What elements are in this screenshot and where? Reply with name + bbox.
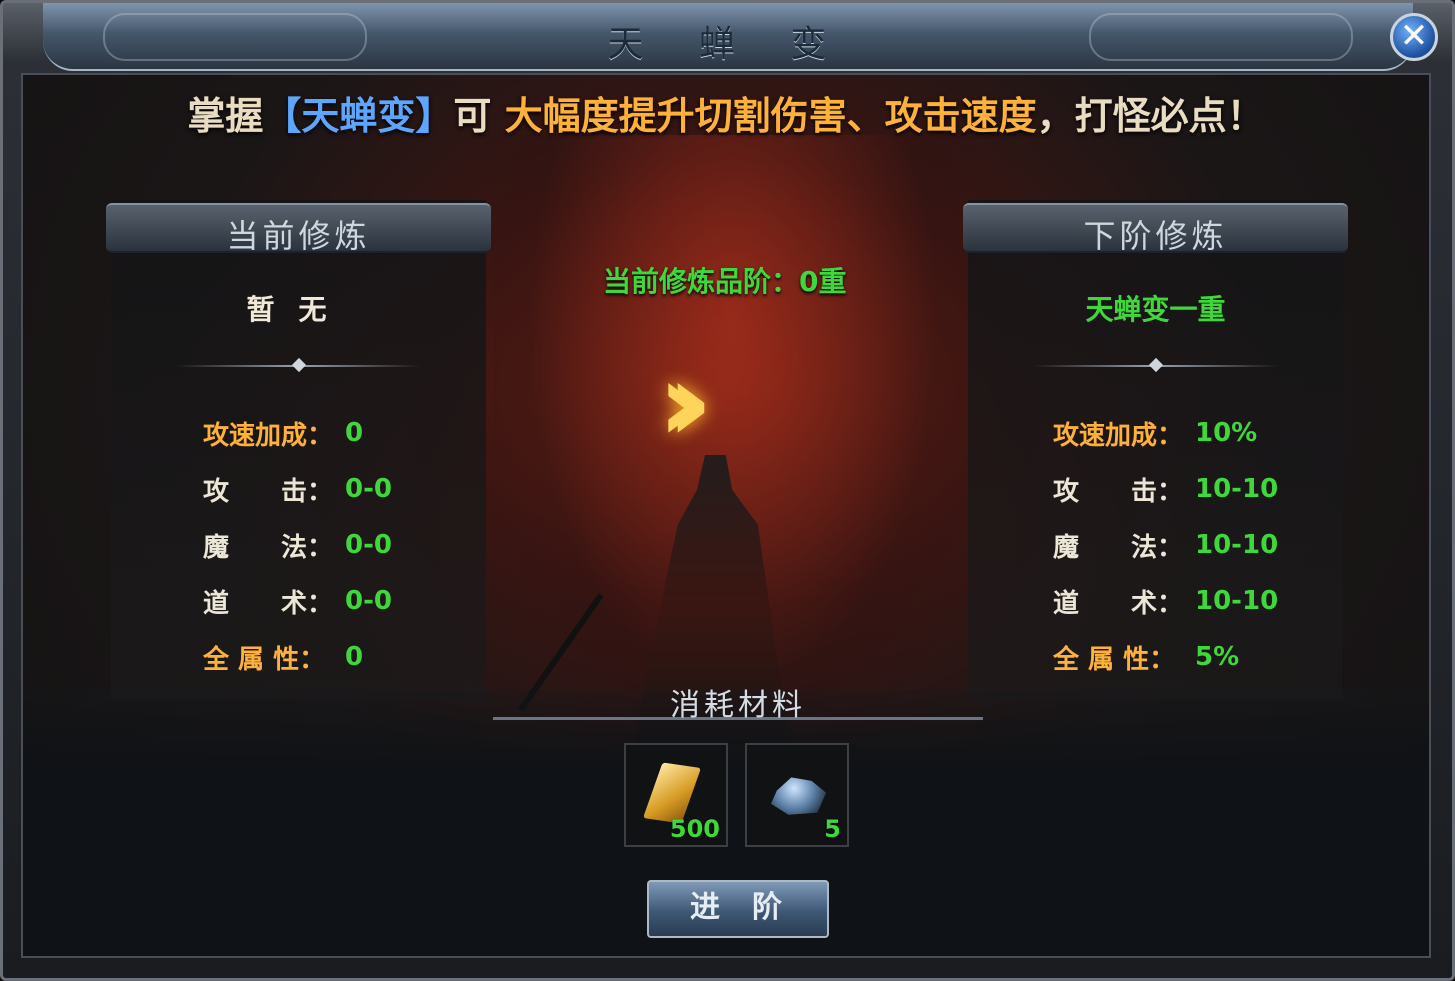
divider [176, 365, 421, 367]
promo-banner: 掌握【天蝉变】可 大幅度提升切割伤害、攻击速度，打怪必点！ [23, 85, 1429, 140]
stat-value: 0-0 [345, 474, 392, 504]
materials-header: 消耗材料 [493, 680, 983, 723]
stat-label: 魔 法： [203, 532, 334, 563]
current-grade-text: 当前修炼品阶：0重 [603, 265, 847, 298]
material-slot-gold-ticket[interactable]: 500 [624, 743, 728, 847]
current-training-panel: 当前修炼 暂无 攻速加成： 0 攻 击： 0-0 魔 法： 0-0 道 术： 0-0 全… [106, 200, 491, 700]
stat-row: 魔 法： 0-0 [203, 517, 483, 573]
title-bar: 天 蝉 变 [43, 3, 1413, 71]
stat-label: 魔 法： [1053, 532, 1184, 563]
panel-header: 当前修炼 [106, 203, 491, 255]
current-level-text: 暂无 [246, 293, 351, 326]
stat-row: 攻 击： 10-10 [1053, 461, 1333, 517]
stat-row: 全 属 性： 0 [203, 629, 483, 685]
banner-middle: 可 [453, 93, 492, 138]
material-slot-ore[interactable]: 5 [745, 743, 849, 847]
stat-row: 道 术： 10-10 [1053, 573, 1333, 629]
stat-row: 攻速加成： 0 [203, 405, 483, 461]
panel-header-label: 当前修炼 [226, 217, 371, 255]
stat-label: 攻速加成： [1053, 420, 1184, 451]
next-level-text: 天蝉变一重 [1085, 293, 1226, 326]
advance-button[interactable]: 进阶 [647, 880, 829, 938]
banner-suffix: ，打怪必点！ [1036, 93, 1265, 138]
stat-row: 道 术： 0-0 [203, 573, 483, 629]
banner-effect: 大幅度提升切割伤害、攻击速度 [504, 93, 1037, 138]
divider [1033, 365, 1278, 367]
stat-list: 攻速加成： 10% 攻 击： 10-10 魔 法： 10-10 道 术： 10-10 全… [1053, 405, 1333, 685]
material-count: 500 [669, 815, 720, 843]
stat-row: 魔 法： 10-10 [1053, 517, 1333, 573]
stat-value: 10-10 [1195, 530, 1279, 560]
double-arrow-icon: ›› [658, 338, 712, 466]
dialog-title: 天 蝉 变 [607, 24, 849, 65]
dialog-frame: 天 蝉 变 ✕ 掌握【天蝉变】可 大幅度提升切割伤害、攻击速度，打怪必点！ 当前… [0, 0, 1455, 981]
panel-header-label: 下阶修炼 [1083, 217, 1228, 255]
stat-list: 攻速加成： 0 攻 击： 0-0 魔 法： 0-0 道 术： 0-0 全 属 性： 0 [203, 405, 483, 685]
banner-skill: 【天蝉变】 [263, 93, 454, 138]
stat-value: 10-10 [1195, 586, 1279, 616]
banner-prefix: 掌握 [187, 93, 264, 138]
stat-value: 0-0 [345, 586, 392, 616]
content-area: 掌握【天蝉变】可 大幅度提升切割伤害、攻击速度，打怪必点！ 当前修炼 暂无 攻速… [21, 73, 1431, 958]
stat-label: 攻 击： [203, 476, 334, 507]
stat-value: 5% [1195, 642, 1240, 672]
stat-label: 全 属 性： [1053, 644, 1176, 675]
stat-label: 攻 击： [1053, 476, 1184, 507]
stat-row: 全 属 性： 5% [1053, 629, 1333, 685]
next-training-panel: 下阶修炼 天蝉变一重 攻速加成： 10% 攻 击： 10-10 魔 法： 10-10 … [963, 200, 1348, 700]
stat-label: 攻速加成： [203, 420, 334, 451]
stat-value: 0 [345, 418, 364, 448]
close-icon[interactable]: ✕ [1390, 13, 1438, 61]
stat-label: 全 属 性： [203, 644, 326, 675]
stat-label: 道 术： [203, 588, 334, 619]
stat-label: 道 术： [1053, 588, 1184, 619]
stat-value: 0 [345, 642, 364, 672]
material-count: 5 [824, 815, 841, 843]
panel-header: 下阶修炼 [963, 203, 1348, 255]
stat-value: 10% [1195, 418, 1258, 448]
stat-row: 攻 击： 0-0 [203, 461, 483, 517]
stat-value: 0-0 [345, 530, 392, 560]
ore-icon [771, 777, 827, 815]
stat-row: 攻速加成： 10% [1053, 405, 1333, 461]
materials-header-label: 消耗材料 [670, 688, 806, 723]
stat-value: 10-10 [1195, 474, 1279, 504]
